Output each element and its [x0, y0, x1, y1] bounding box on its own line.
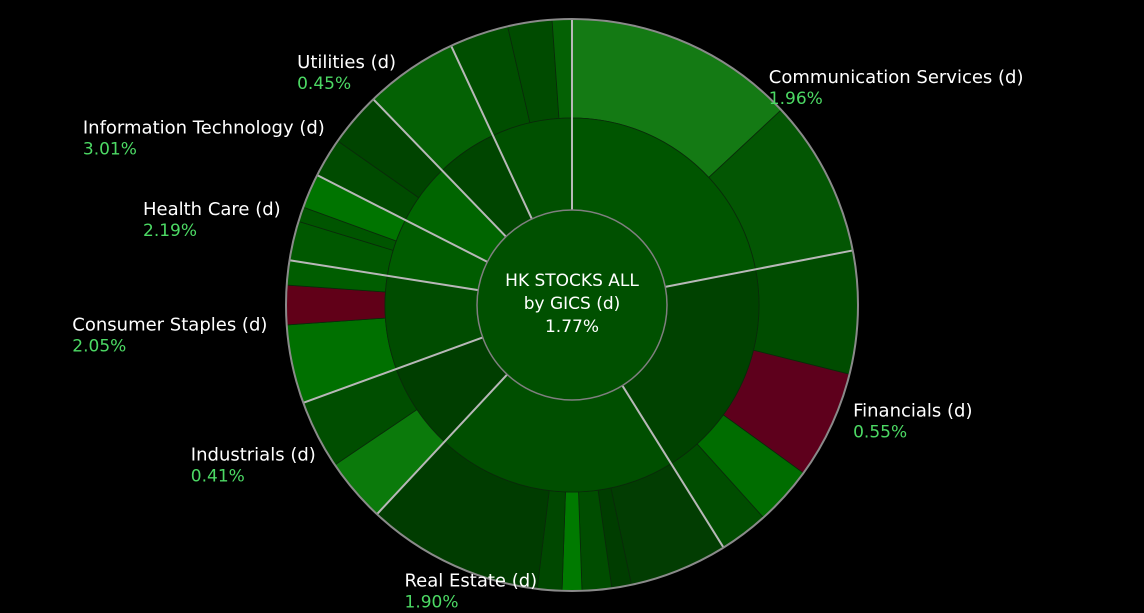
sector-label-name: Financials (d): [853, 401, 972, 422]
sunburst-chart: HK STOCKS ALL by GICS (d) 1.77% Communic…: [72, 18, 1024, 613]
sector-label-value: 2.05%: [72, 336, 126, 356]
sector-label-name: Real Estate (d): [404, 571, 537, 592]
center-value: 1.77%: [545, 317, 599, 337]
sector-label-name: Information Technology (d): [83, 118, 325, 139]
center-subtitle: by GICS (d): [524, 294, 621, 314]
sector-label-name: Utilities (d): [297, 52, 396, 73]
sector-label-name: Health Care (d): [143, 199, 281, 220]
sector-label-value: 0.55%: [853, 423, 907, 443]
sector-label-value: 0.45%: [297, 74, 351, 94]
sector-label-value: 0.41%: [191, 466, 245, 486]
sector-label-value: 1.96%: [769, 89, 823, 109]
sector-label-value: 1.90%: [405, 593, 459, 613]
center-title: HK STOCKS ALL: [505, 271, 639, 291]
sector-label-name: Communication Services (d): [769, 67, 1024, 88]
sector-label-name: Industrials (d): [191, 444, 316, 465]
sector-label-name: Consumer Staples (d): [72, 314, 267, 335]
sector-label-value: 2.19%: [143, 221, 197, 241]
sector-label-value: 3.01%: [83, 140, 137, 160]
